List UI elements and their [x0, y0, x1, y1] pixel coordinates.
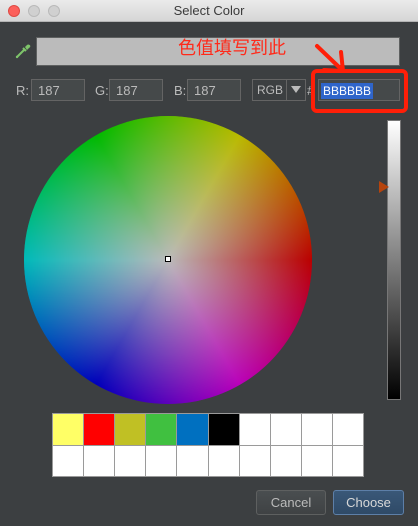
recent-color-swatch[interactable]	[84, 414, 115, 445]
brightness-slider[interactable]	[387, 120, 401, 400]
blue-value-field[interactable]: 187	[187, 79, 241, 101]
recent-color-swatch[interactable]	[208, 414, 239, 445]
recent-color-swatch[interactable]	[270, 445, 301, 476]
color-mode-select[interactable]: RGB	[252, 79, 306, 101]
blue-label: B:	[174, 83, 187, 98]
green-label: G:	[95, 83, 109, 98]
choose-button[interactable]: Choose	[333, 490, 404, 515]
title-bar: Select Color	[0, 0, 418, 22]
hex-value-text: BBBBBB	[321, 83, 374, 99]
recent-color-swatch[interactable]	[301, 414, 332, 445]
recent-color-swatch[interactable]	[332, 414, 363, 445]
recent-color-swatch[interactable]	[53, 414, 84, 445]
recent-color-swatch[interactable]	[115, 445, 146, 476]
color-wheel-cursor[interactable]	[165, 256, 171, 262]
window-title: Select Color	[173, 3, 245, 18]
recent-color-swatch[interactable]	[115, 414, 146, 445]
red-label: R:	[16, 83, 29, 98]
recent-color-swatch[interactable]	[84, 445, 115, 476]
cancel-button[interactable]: Cancel	[256, 490, 326, 515]
brightness-slider-thumb[interactable]	[379, 181, 389, 194]
chevron-down-icon	[291, 86, 301, 93]
recent-color-swatch[interactable]	[53, 445, 84, 476]
color-mode-value: RGB	[257, 83, 284, 97]
hex-value-input[interactable]: BBBBBB	[318, 79, 400, 101]
recent-color-swatch[interactable]	[177, 445, 208, 476]
red-value-field[interactable]: 187	[31, 79, 85, 101]
recent-color-swatch[interactable]	[177, 414, 208, 445]
annotation-label: 色值填写到此	[178, 38, 286, 58]
eyedropper-icon[interactable]	[14, 42, 32, 60]
recent-color-swatch[interactable]	[270, 414, 301, 445]
recent-color-swatch[interactable]	[146, 445, 177, 476]
green-value-field[interactable]: 187	[109, 79, 163, 101]
recent-color-swatch[interactable]	[146, 414, 177, 445]
recent-color-swatch[interactable]	[332, 445, 363, 476]
recent-colors-grid	[52, 413, 364, 477]
recent-color-swatch[interactable]	[208, 445, 239, 476]
recent-color-swatch[interactable]	[239, 414, 270, 445]
select-divider	[286, 80, 287, 100]
recent-color-swatch[interactable]	[239, 445, 270, 476]
recent-color-swatch[interactable]	[301, 445, 332, 476]
